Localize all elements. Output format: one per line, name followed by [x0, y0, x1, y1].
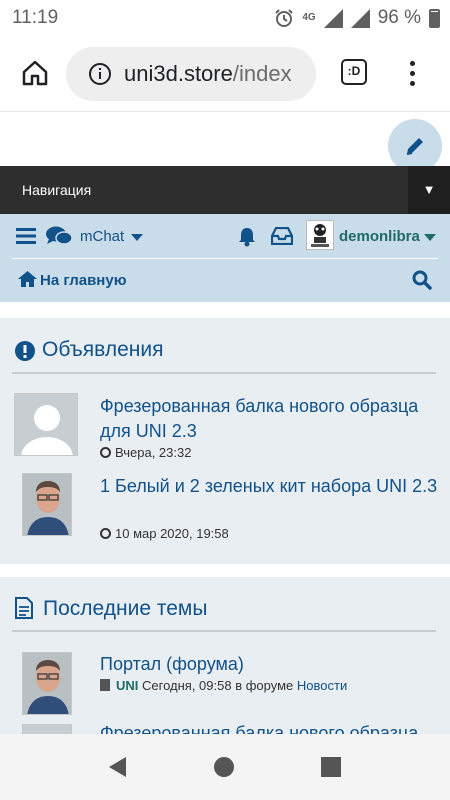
url-text[interactable]: uni3d.store/index	[124, 61, 310, 87]
topic-link[interactable]: Фрезерованная балка нового образца	[100, 721, 440, 734]
bell-icon[interactable]	[237, 226, 257, 247]
chat-icon[interactable]	[45, 225, 73, 247]
latest-topics-title: Последние темы	[43, 597, 208, 620]
system-navigation-bar	[0, 734, 450, 800]
back-icon[interactable]	[106, 755, 128, 779]
search-icon[interactable]	[412, 270, 432, 290]
battery-percent: 96 %	[377, 7, 421, 28]
recents-icon[interactable]	[321, 757, 341, 777]
network-type: 4G	[302, 12, 316, 23]
username-link[interactable]: demonlibra	[339, 228, 420, 245]
topic-time: 10 мар 2020, 19:58	[115, 526, 229, 541]
header-top-row: mChat demonlibra	[0, 214, 450, 258]
post-icon	[100, 679, 110, 691]
pencil-icon	[406, 138, 423, 155]
topic-link[interactable]: 1 Белый и 2 зеленых кит набора UNI 2.3	[100, 474, 440, 499]
author-link[interactable]: UNI	[116, 678, 138, 693]
home-link[interactable]: На главную	[40, 272, 127, 289]
url-path: /index	[232, 61, 292, 86]
edit-fab-button[interactable]	[388, 119, 442, 173]
exclamation-circle-icon	[15, 341, 35, 361]
topic-time: Вчера, 23:32	[115, 445, 192, 460]
user-photo-avatar[interactable]	[22, 652, 72, 715]
topic-meta: 10 мар 2020, 19:58	[100, 526, 229, 541]
breadcrumb: На главную	[12, 258, 438, 302]
announcements-title: Объявления	[42, 338, 164, 361]
tab-switcher-button[interactable]: :D	[341, 59, 367, 85]
home-icon[interactable]	[18, 271, 37, 287]
in-forum-label: в форуме	[235, 678, 294, 693]
document-icon	[15, 597, 33, 619]
mchat-link[interactable]: mChat	[80, 228, 124, 245]
forum-header: mChat demonlibra На главную	[0, 214, 450, 302]
battery-icon	[429, 8, 440, 28]
browser-menu-icon[interactable]	[400, 58, 424, 88]
url-host: uni3d.store	[124, 61, 233, 86]
divider	[12, 372, 436, 374]
signal-icon	[323, 8, 343, 28]
home-circle-icon[interactable]	[213, 756, 235, 778]
user-menu-caret-icon[interactable]	[424, 234, 436, 241]
placeholder-avatar[interactable]	[14, 393, 78, 456]
inbox-icon[interactable]	[271, 227, 293, 245]
mchat-caret-icon[interactable]	[131, 234, 143, 241]
navigation-label: Навигация	[22, 182, 92, 198]
forum-link[interactable]: Новости	[297, 678, 347, 693]
navigation-bar[interactable]: Навигация ▼	[0, 166, 450, 214]
alarm-icon	[275, 9, 294, 27]
browser-toolbar: uni3d.store/index :D	[0, 36, 450, 112]
divider	[12, 630, 436, 632]
user-avatar[interactable]	[306, 220, 334, 250]
address-bar[interactable]: uni3d.store/index	[66, 47, 316, 101]
status-bar: 11:19 4G 96 %	[0, 0, 450, 36]
announcements-panel: Объявления Фрезерованная балка нового об…	[0, 318, 450, 564]
navigation-toggle[interactable]: ▼	[408, 166, 450, 214]
latest-topics-panel: Последние темы Портал (форума) UNI Сегод…	[0, 577, 450, 744]
topic-meta: Вчера, 23:32	[100, 445, 191, 460]
clock-icon	[100, 447, 111, 458]
clock-icon	[100, 528, 111, 539]
topic-link[interactable]: Фрезерованная балка нового образца для U…	[100, 394, 440, 444]
hamburger-icon[interactable]	[16, 227, 36, 245]
topic-time: Сегодня, 09:58	[142, 678, 232, 693]
topic-link[interactable]: Портал (форума)	[100, 652, 440, 677]
topic-meta: UNI Сегодня, 09:58 в форуме Новости	[100, 678, 347, 693]
signal-icon-2	[350, 8, 370, 28]
home-icon[interactable]	[20, 58, 50, 88]
status-time: 11:19	[12, 7, 59, 28]
user-photo-avatar[interactable]	[22, 473, 72, 536]
info-icon[interactable]	[88, 62, 112, 86]
